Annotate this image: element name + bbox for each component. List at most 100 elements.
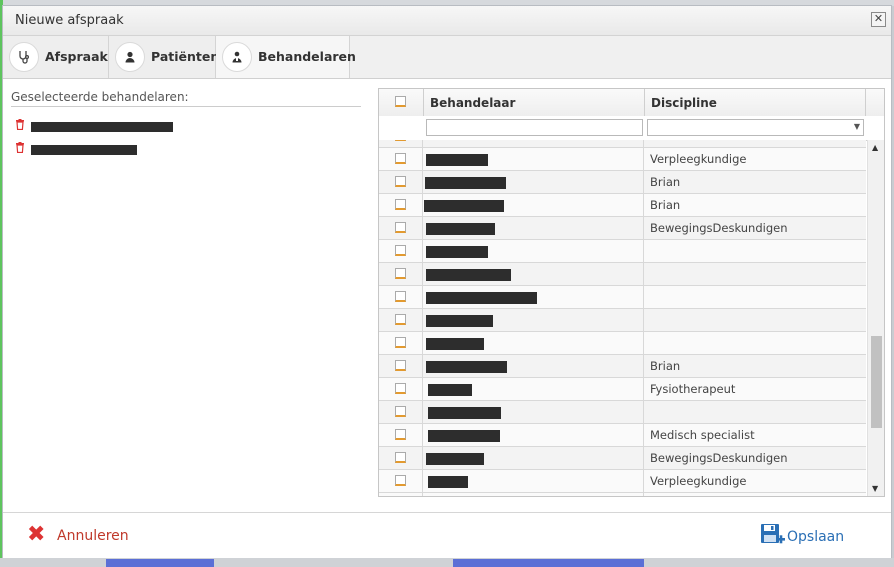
dialog-footer: ✖ Annuleren Opslaan xyxy=(3,512,891,558)
discipline-text: Medisch specialist xyxy=(650,428,755,442)
table-row[interactable]: Fysiotherapeut xyxy=(379,378,866,401)
table-row[interactable] xyxy=(379,263,866,286)
row-checkbox-cell xyxy=(379,332,423,354)
redacted-name xyxy=(424,200,504,212)
redacted-name xyxy=(426,361,507,373)
row-checkbox[interactable] xyxy=(395,475,406,486)
selected-practitioners-heading: Geselecteerde behandelaren: xyxy=(11,90,361,107)
scroll-down-icon[interactable]: ▼ xyxy=(872,484,878,493)
select-all-checkbox[interactable] xyxy=(395,96,406,107)
redacted-name xyxy=(426,269,511,281)
row-checkbox[interactable] xyxy=(395,153,406,164)
discipline-cell xyxy=(644,140,866,147)
column-header-behandelaar[interactable]: Behandelaar xyxy=(424,89,645,116)
discipline-cell: BewegingsDeskundigen xyxy=(644,217,866,239)
discipline-cell xyxy=(644,309,866,331)
table-row[interactable]: BewegingsDeskundigen xyxy=(379,217,866,240)
redacted-name xyxy=(426,338,484,350)
redacted-name xyxy=(31,145,137,155)
row-checkbox-cell xyxy=(379,148,423,170)
discipline-text: Brian xyxy=(650,359,681,373)
row-checkbox-cell xyxy=(379,424,423,446)
discipline-cell: Fysiotherapeut xyxy=(644,378,866,400)
grid-header: Behandelaar Discipline xyxy=(379,89,884,117)
row-checkbox[interactable] xyxy=(395,176,406,187)
save-label: Opslaan xyxy=(787,529,845,545)
table-row[interactable] xyxy=(379,140,866,148)
scroll-thumb[interactable] xyxy=(871,336,882,428)
behandelaar-cell xyxy=(423,378,644,400)
redacted-name xyxy=(426,246,488,258)
behandelaar-cell xyxy=(423,148,644,170)
behandelaar-filter-input[interactable] xyxy=(426,119,643,136)
selected-practitioners-panel: Geselecteerde behandelaren: xyxy=(11,90,361,159)
redacted-name xyxy=(428,407,501,419)
row-checkbox-cell xyxy=(379,493,423,496)
discipline-text: Verpleegkundige xyxy=(650,152,747,166)
table-row[interactable]: Brian xyxy=(379,355,866,378)
row-checkbox-cell xyxy=(379,447,423,469)
table-row[interactable] xyxy=(379,493,866,496)
discipline-filter-select[interactable]: ▼ xyxy=(647,119,864,136)
table-row[interactable] xyxy=(379,401,866,424)
row-checkbox[interactable] xyxy=(395,222,406,233)
table-row[interactable]: Medisch specialist xyxy=(379,424,866,447)
discipline-text: Fysiotherapeut xyxy=(650,382,736,396)
column-header-discipline[interactable]: Discipline xyxy=(645,89,866,116)
tab-afspraak[interactable]: Afspraak xyxy=(3,36,109,78)
filter-row: ▼ xyxy=(379,116,884,141)
row-checkbox-cell xyxy=(379,194,423,216)
redacted-name xyxy=(428,384,472,396)
redacted-name xyxy=(426,453,484,465)
behandelaar-cell xyxy=(423,194,644,216)
row-checkbox[interactable] xyxy=(395,245,406,256)
discipline-cell: Verpleegkundige xyxy=(644,148,866,170)
behandelaar-cell xyxy=(423,217,644,239)
chevron-down-icon: ▼ xyxy=(853,122,860,131)
discipline-cell: Brian xyxy=(644,171,866,193)
table-row[interactable] xyxy=(379,240,866,263)
row-checkbox[interactable] xyxy=(395,406,406,417)
table-row[interactable] xyxy=(379,332,866,355)
scroll-up-icon[interactable]: ▲ xyxy=(872,143,878,152)
discipline-cell xyxy=(644,401,866,423)
row-checkbox[interactable] xyxy=(395,383,406,394)
row-checkbox[interactable] xyxy=(395,268,406,279)
tab-patienten[interactable]: Patiënten xyxy=(109,36,219,78)
selected-practitioner-item xyxy=(11,136,361,159)
row-checkbox[interactable] xyxy=(395,314,406,325)
table-row[interactable] xyxy=(379,286,866,309)
tab-bar: Afspraak Patiënten Behandelaren xyxy=(3,36,891,79)
tab-label: Behandelaren xyxy=(258,49,356,64)
row-checkbox[interactable] xyxy=(395,452,406,463)
row-checkbox-cell xyxy=(379,378,423,400)
table-row[interactable]: Brian xyxy=(379,194,866,217)
behandelaar-cell xyxy=(423,424,644,446)
table-row[interactable]: BewegingsDeskundigen xyxy=(379,447,866,470)
trash-icon[interactable] xyxy=(15,142,25,154)
row-checkbox[interactable] xyxy=(395,140,406,141)
row-checkbox[interactable] xyxy=(395,429,406,440)
discipline-cell xyxy=(644,286,866,308)
table-row[interactable]: Verpleegkundige xyxy=(379,470,866,493)
table-row[interactable]: Brian xyxy=(379,171,866,194)
row-checkbox[interactable] xyxy=(395,291,406,302)
behandelaar-cell xyxy=(423,493,644,496)
close-button[interactable]: ✕ xyxy=(871,12,886,27)
close-icon: ✕ xyxy=(873,12,884,25)
table-row[interactable]: Verpleegkundige xyxy=(379,148,866,171)
row-checkbox[interactable] xyxy=(395,337,406,348)
redacted-name xyxy=(426,315,493,327)
grid-scrollbar[interactable]: ▲ ▼ xyxy=(867,140,884,496)
tab-behandelaren[interactable]: Behandelaren xyxy=(216,36,356,78)
background-event-block xyxy=(453,559,644,567)
save-icon xyxy=(760,523,785,549)
trash-icon[interactable] xyxy=(15,119,25,131)
dialog-title: Nieuwe afspraak xyxy=(15,13,124,28)
discipline-text: Brian xyxy=(650,175,681,189)
table-row[interactable] xyxy=(379,309,866,332)
row-checkbox[interactable] xyxy=(395,199,406,210)
row-checkbox-cell xyxy=(379,240,423,262)
row-checkbox[interactable] xyxy=(395,360,406,371)
behandelaar-cell xyxy=(423,140,644,147)
